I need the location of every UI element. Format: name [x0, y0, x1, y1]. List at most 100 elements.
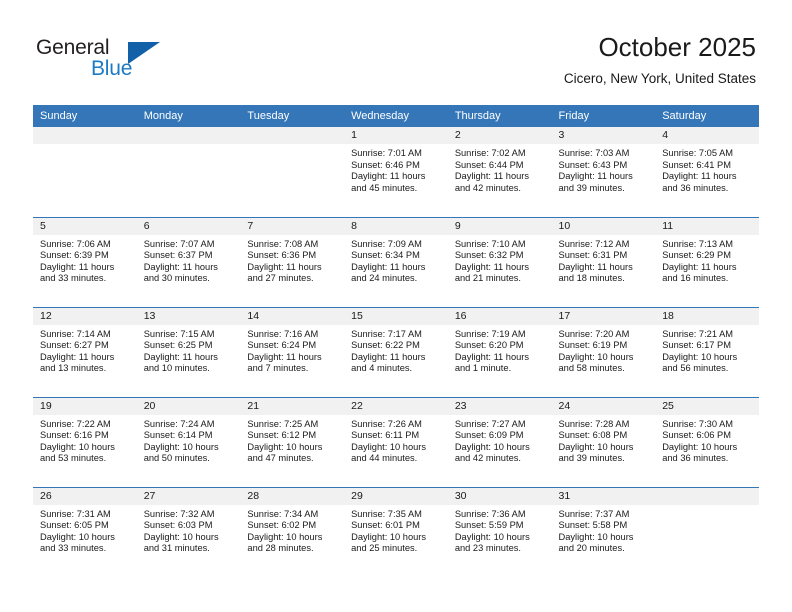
- day-cell[interactable]: 31 Sunrise: 7:37 AM Sunset: 5:58 PM Dayl…: [551, 486, 656, 577]
- day-number: 9: [447, 217, 552, 235]
- sunrise-text: Sunrise: 7:27 AM: [454, 418, 526, 429]
- sunset-text: Sunset: 6:11 PM: [351, 430, 420, 441]
- daylight-line1: Daylight: 10 hours: [247, 441, 323, 452]
- day-cell[interactable]: 19 Sunrise: 7:22 AM Sunset: 6:16 PM Dayl…: [33, 396, 137, 487]
- day-cell[interactable]: 16 Sunrise: 7:19 AM Sunset: 6:20 PM Dayl…: [447, 306, 552, 397]
- day-details: Sunrise: 7:35 AM Sunset: 6:01 PM Dayligh…: [344, 505, 448, 555]
- day-cell[interactable]: 18 Sunrise: 7:21 AM Sunset: 6:17 PM Dayl…: [655, 306, 759, 397]
- daylight-line1: Daylight: 10 hours: [40, 441, 115, 452]
- day-cell[interactable]: 13 Sunrise: 7:15 AM Sunset: 6:25 PM Dayl…: [136, 306, 241, 397]
- day-cell[interactable]: 2 Sunrise: 7:02 AM Sunset: 6:44 PM Dayli…: [447, 127, 552, 217]
- day-details: Sunrise: 7:12 AM Sunset: 6:31 PM Dayligh…: [552, 235, 656, 285]
- day-cell[interactable]: 3 Sunrise: 7:03 AM Sunset: 6:43 PM Dayli…: [551, 127, 656, 217]
- sunrise-text: Sunrise: 7:07 AM: [143, 238, 215, 249]
- sunrise-text: Sunrise: 7:30 AM: [662, 418, 734, 429]
- day-cell[interactable]: 11 Sunrise: 7:13 AM Sunset: 6:29 PM Dayl…: [655, 216, 759, 307]
- day-details: Sunrise: 7:32 AM Sunset: 6:03 PM Dayligh…: [137, 505, 241, 555]
- day-cell[interactable]: 7 Sunrise: 7:08 AM Sunset: 6:36 PM Dayli…: [240, 216, 345, 307]
- sunrise-text: Sunrise: 7:32 AM: [143, 508, 215, 519]
- daylight-line1: Daylight: 11 hours: [143, 261, 218, 272]
- day-cell[interactable]: 30 Sunrise: 7:36 AM Sunset: 5:59 PM Dayl…: [447, 486, 552, 577]
- location-subtitle: Cicero, New York, United States: [563, 71, 756, 86]
- day-cell[interactable]: 25 Sunrise: 7:30 AM Sunset: 6:06 PM Dayl…: [655, 396, 759, 487]
- day-cell[interactable]: 17 Sunrise: 7:20 AM Sunset: 6:19 PM Dayl…: [551, 306, 656, 397]
- day-details: Sunrise: 7:21 AM Sunset: 6:17 PM Dayligh…: [655, 325, 759, 375]
- day-cell[interactable]: 26 Sunrise: 7:31 AM Sunset: 6:05 PM Dayl…: [33, 486, 137, 577]
- day-details: Sunrise: 7:17 AM Sunset: 6:22 PM Dayligh…: [344, 325, 448, 375]
- day-cell[interactable]: 21 Sunrise: 7:25 AM Sunset: 6:12 PM Dayl…: [240, 396, 345, 487]
- day-number: 10: [551, 217, 656, 235]
- day-details: Sunrise: 7:07 AM Sunset: 6:37 PM Dayligh…: [137, 235, 241, 285]
- day-cell[interactable]: 9 Sunrise: 7:10 AM Sunset: 6:32 PM Dayli…: [447, 216, 552, 307]
- day-cell[interactable]: 22 Sunrise: 7:26 AM Sunset: 6:11 PM Dayl…: [344, 396, 448, 487]
- day-cell[interactable]: 27 Sunrise: 7:32 AM Sunset: 6:03 PM Dayl…: [136, 486, 241, 577]
- sunset-text: Sunset: 6:09 PM: [454, 430, 524, 441]
- sunset-text: Sunset: 6:02 PM: [247, 520, 317, 531]
- sunrise-text: Sunrise: 7:13 AM: [662, 238, 734, 249]
- daylight-line1: Daylight: 11 hours: [662, 171, 737, 182]
- calendar-week-row: 1 Sunrise: 7:01 AM Sunset: 6:46 PM Dayli…: [33, 127, 759, 217]
- day-number: 26: [33, 487, 137, 505]
- sunrise-text: Sunrise: 7:31 AM: [40, 508, 111, 519]
- sunrise-text: Sunrise: 7:37 AM: [558, 508, 630, 519]
- sunrise-text: Sunrise: 7:34 AM: [247, 508, 319, 519]
- day-details: Sunrise: 7:09 AM Sunset: 6:34 PM Dayligh…: [344, 235, 448, 285]
- day-cell[interactable]: 5 Sunrise: 7:06 AM Sunset: 6:39 PM Dayli…: [33, 216, 137, 307]
- day-cell[interactable]: 28 Sunrise: 7:34 AM Sunset: 6:02 PM Dayl…: [240, 486, 345, 577]
- sunrise-text: Sunrise: 7:17 AM: [351, 328, 422, 339]
- calendar-page: General Blue October 2025 Cicero, New Yo…: [0, 0, 792, 612]
- day-details: Sunrise: 7:16 AM Sunset: 6:24 PM Dayligh…: [240, 325, 344, 375]
- day-cell[interactable]: 29 Sunrise: 7:35 AM Sunset: 6:01 PM Dayl…: [344, 486, 448, 577]
- sunrise-text: Sunrise: 7:08 AM: [247, 238, 319, 249]
- daylight-line2: and 42 minutes.: [454, 182, 521, 193]
- calendar-week-row: 26 Sunrise: 7:31 AM Sunset: 6:05 PM Dayl…: [33, 486, 759, 577]
- day-cell[interactable]: 23 Sunrise: 7:27 AM Sunset: 6:09 PM Dayl…: [447, 396, 552, 487]
- day-cell[interactable]: 1 Sunrise: 7:01 AM Sunset: 6:46 PM Dayli…: [344, 127, 448, 217]
- day-cell[interactable]: 12 Sunrise: 7:14 AM Sunset: 6:27 PM Dayl…: [33, 306, 137, 397]
- day-details: Sunrise: 7:24 AM Sunset: 6:14 PM Dayligh…: [137, 415, 241, 465]
- column-header-monday: Monday: [136, 105, 241, 127]
- day-details: Sunrise: 7:01 AM Sunset: 6:46 PM Dayligh…: [344, 144, 448, 194]
- day-cell[interactable]: 24 Sunrise: 7:28 AM Sunset: 6:08 PM Dayl…: [551, 396, 656, 487]
- day-number: 23: [447, 397, 552, 415]
- sunrise-text: Sunrise: 7:01 AM: [351, 148, 422, 158]
- daylight-line2: and 45 minutes.: [351, 182, 418, 193]
- daylight-line1: Daylight: 11 hours: [40, 261, 115, 272]
- calendar-body: 1 Sunrise: 7:01 AM Sunset: 6:46 PM Dayli…: [33, 127, 759, 577]
- column-header-thursday: Thursday: [447, 105, 552, 127]
- day-cell[interactable]: 10 Sunrise: 7:12 AM Sunset: 6:31 PM Dayl…: [551, 216, 656, 307]
- column-header-saturday: Saturday: [655, 105, 759, 127]
- general-blue-logo[interactable]: General Blue: [36, 36, 226, 84]
- day-cell[interactable]: 14 Sunrise: 7:16 AM Sunset: 6:24 PM Dayl…: [240, 306, 345, 397]
- sunrise-text: Sunrise: 7:28 AM: [558, 418, 630, 429]
- daylight-line1: Daylight: 10 hours: [143, 531, 219, 542]
- day-number: 7: [240, 217, 345, 235]
- daylight-line1: Daylight: 11 hours: [454, 171, 530, 182]
- day-cell[interactable]: 6 Sunrise: 7:07 AM Sunset: 6:37 PM Dayli…: [136, 216, 241, 307]
- day-number: 8: [344, 217, 448, 235]
- day-number: 30: [447, 487, 552, 505]
- daylight-line2: and 20 minutes.: [558, 543, 625, 554]
- sunset-text: Sunset: 6:34 PM: [351, 250, 420, 261]
- column-header-sunday: Sunday: [33, 105, 137, 127]
- sunrise-text: Sunrise: 7:15 AM: [143, 328, 215, 339]
- sunrise-text: Sunrise: 7:24 AM: [143, 418, 215, 429]
- daylight-line2: and 36 minutes.: [662, 182, 729, 193]
- daylight-line1: Daylight: 10 hours: [247, 531, 323, 542]
- day-number: 29: [344, 487, 448, 505]
- day-cell[interactable]: 8 Sunrise: 7:09 AM Sunset: 6:34 PM Dayli…: [344, 216, 448, 307]
- day-details: Sunrise: 7:06 AM Sunset: 6:39 PM Dayligh…: [33, 235, 137, 285]
- sunset-text: Sunset: 6:32 PM: [454, 250, 524, 261]
- day-cell[interactable]: 15 Sunrise: 7:17 AM Sunset: 6:22 PM Dayl…: [344, 306, 448, 397]
- sunset-text: Sunset: 6:12 PM: [247, 430, 317, 441]
- day-cell[interactable]: 20 Sunrise: 7:24 AM Sunset: 6:14 PM Dayl…: [136, 396, 241, 487]
- daylight-line2: and 50 minutes.: [143, 453, 210, 464]
- day-cell[interactable]: 4 Sunrise: 7:05 AM Sunset: 6:41 PM Dayli…: [655, 127, 759, 217]
- daylight-line2: and 4 minutes.: [351, 363, 413, 374]
- day-details: Sunrise: 7:30 AM Sunset: 6:06 PM Dayligh…: [655, 415, 759, 465]
- sunset-text: Sunset: 6:03 PM: [143, 520, 213, 531]
- sunrise-text: Sunrise: 7:09 AM: [351, 238, 422, 249]
- day-details: Sunrise: 7:14 AM Sunset: 6:27 PM Dayligh…: [33, 325, 137, 375]
- sunrise-text: Sunrise: 7:14 AM: [40, 328, 111, 339]
- day-details: Sunrise: 7:15 AM Sunset: 6:25 PM Dayligh…: [137, 325, 241, 375]
